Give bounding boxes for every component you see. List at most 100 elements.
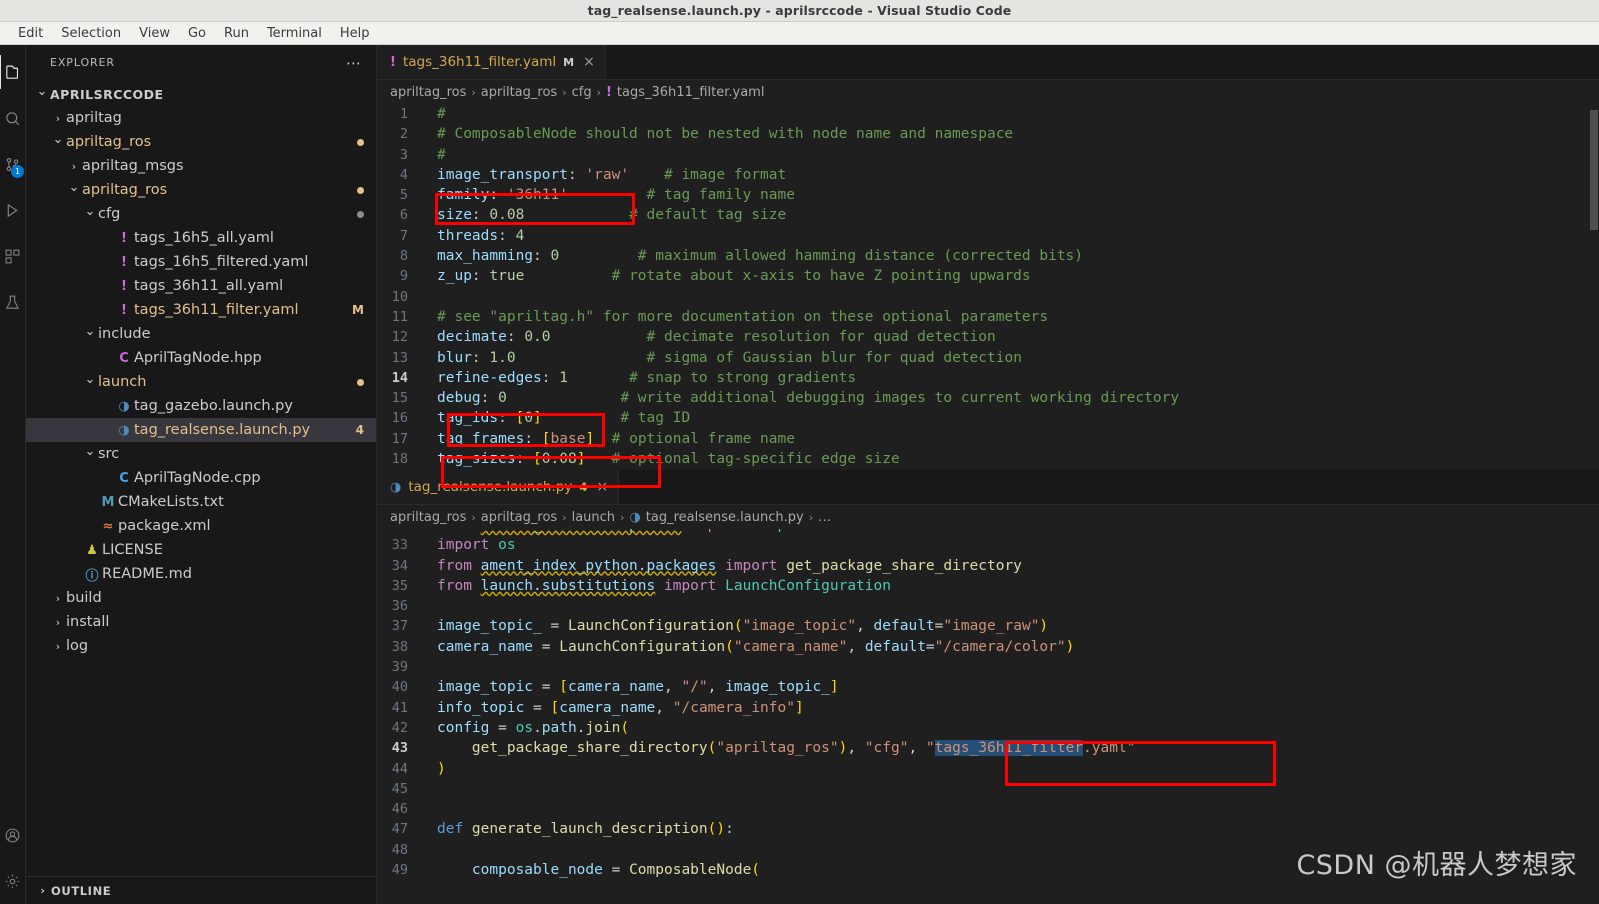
tree-item[interactable]: › log <box>26 634 376 658</box>
menu-item-terminal[interactable]: Terminal <box>258 24 331 43</box>
code-line[interactable]: 38 camera_name = LaunchConfiguration("cam… <box>377 637 1599 657</box>
breadcrumb-segment[interactable]: tag_realsense.launch.py <box>646 510 804 525</box>
code-line[interactable]: 17 tag_frames: [base] # optional frame na… <box>377 429 1599 449</box>
code-line[interactable]: 42 config = os.path.join( <box>377 718 1599 738</box>
code-token: ( <box>751 862 761 879</box>
menu-item-go[interactable]: Go <box>179 24 215 43</box>
code-line[interactable]: 44) <box>377 759 1599 779</box>
code-line[interactable]: 15 debug: 0 # write additional debugging … <box>377 388 1599 408</box>
code-line[interactable]: 7 threads: 4 <box>377 226 1599 246</box>
code-line[interactable]: 13 blur: 1.0 # sigma of Gaussian blur for… <box>377 348 1599 368</box>
more-actions-icon[interactable]: ⋯ <box>346 55 362 70</box>
tree-item[interactable]: C AprilTagNode.cpp <box>26 466 376 490</box>
breadcrumb-segment[interactable]: tags_36h11_filter.yaml <box>617 85 765 100</box>
tree-item-selected[interactable]: ◑ tag_realsense.launch.py 4 <box>26 418 376 442</box>
code-line[interactable]: 5 family: '36h11' # tag family name <box>377 185 1599 205</box>
code-line[interactable]: 18 tag_sizes: [0.08] # optional tag-speci… <box>377 449 1599 469</box>
editor-scrollbar-top[interactable] <box>1589 104 1599 470</box>
tree-item[interactable]: ! tags_36h11_all.yaml <box>26 274 376 298</box>
testing-icon[interactable] <box>0 279 25 325</box>
tree-item[interactable]: ⌄ include <box>26 322 376 346</box>
menu-item-help[interactable]: Help <box>331 24 379 43</box>
tab-tags-36h11-filter-yaml[interactable]: ! tags_36h11_filter.yaml M × <box>377 45 606 79</box>
source-control-icon[interactable]: 1 <box>0 141 25 187</box>
menu-item-e[interactable]: e <box>0 24 9 43</box>
code-line[interactable]: 48 <box>377 840 1599 860</box>
breadcrumb-segment[interactable]: … <box>818 510 831 525</box>
tree-item[interactable]: ♟ LICENSE <box>26 538 376 562</box>
tree-item[interactable]: ⌄ launch <box>26 370 376 394</box>
breadcrumb-segment[interactable]: apriltag_ros <box>481 85 557 100</box>
code-line[interactable]: 40 image_topic = [camera_name, "/", image… <box>377 677 1599 697</box>
tree-item[interactable]: › build <box>26 586 376 610</box>
menu-item-edit[interactable]: Edit <box>9 24 52 43</box>
chevron-down-icon: ⌄ <box>36 83 48 99</box>
code-line[interactable]: 4 image_transport: 'raw' # image format <box>377 165 1599 185</box>
line-number: 33 <box>391 537 408 554</box>
code-line[interactable]: 1 # <box>377 104 1599 124</box>
code-token: "/" <box>681 679 708 696</box>
code-line[interactable]: 49 composable_node = ComposableNode( <box>377 860 1599 880</box>
code-token: : <box>480 390 499 407</box>
code-line[interactable]: 46 <box>377 799 1599 819</box>
tree-item[interactable]: ⌄ src <box>26 442 376 466</box>
code-line[interactable]: 3 # <box>377 145 1599 165</box>
tree-item[interactable]: › install <box>26 610 376 634</box>
tree-item[interactable]: ⓘ README.md <box>26 562 376 586</box>
search-icon[interactable] <box>0 95 25 141</box>
code-line[interactable]: 47 def generate_launch_description(): <box>377 819 1599 839</box>
tree-item[interactable]: ◑ tag_gazebo.launch.py <box>26 394 376 418</box>
tree-item[interactable]: C AprilTagNode.hpp <box>26 346 376 370</box>
explorer-icon[interactable] <box>0 49 25 95</box>
code-line[interactable]: 6 size: 0.08 # default tag size <box>377 205 1599 225</box>
settings-gear-icon[interactable] <box>0 858 25 904</box>
code-line[interactable]: 33 import os <box>377 535 1599 555</box>
tab-tag-realsense-launch-py[interactable]: ◑ tag_realsense.launch.py 4 × <box>377 470 620 504</box>
code-line[interactable]: 16 tag_ids: [0] # tag ID <box>377 408 1599 428</box>
code-line[interactable]: 9 z_up: true # rotate about x-axis to hav… <box>377 266 1599 286</box>
tree-item[interactable]: ! tags_36h11_filter.yaml M <box>26 298 376 322</box>
code-line[interactable]: 2 # ComposableNode should not be nested w… <box>377 124 1599 144</box>
breadcrumb-segment[interactable]: apriltag_ros <box>390 85 466 100</box>
tree-item[interactable]: ! tags_16h5_all.yaml <box>26 226 376 250</box>
code-line[interactable]: 36 <box>377 596 1599 616</box>
tree-item[interactable]: ⌄ apriltag_ros <box>26 130 376 154</box>
code-line[interactable]: 43 get_package_share_directory("apriltag… <box>377 738 1599 758</box>
breadcrumb-segment[interactable]: launch <box>572 510 615 525</box>
tree-item[interactable]: ⌄ cfg <box>26 202 376 226</box>
tab-close-icon[interactable]: × <box>596 480 608 494</box>
code-viewport-bottom[interactable]: 32from launch_ros.descriptions import Co… <box>377 529 1599 904</box>
breadcrumb-segment[interactable]: cfg <box>572 85 592 100</box>
tree-item[interactable]: ! tags_16h5_filtered.yaml <box>26 250 376 274</box>
code-line[interactable]: 37 image_topic_ = LaunchConfiguration("im… <box>377 616 1599 636</box>
accounts-icon[interactable] <box>0 812 25 858</box>
code-viewport-top[interactable]: 1 #2 # ComposableNode should not be nested… <box>377 104 1599 470</box>
tree-item[interactable]: ⌄ APRILSRCCODE <box>26 82 376 106</box>
code-line[interactable]: 45 <box>377 779 1599 799</box>
menu-item-view[interactable]: View <box>130 24 179 43</box>
code-token: threads <box>437 227 499 244</box>
outline-section-header[interactable]: › OUTLINE <box>26 876 376 904</box>
tree-item[interactable]: › apriltag_msgs <box>26 154 376 178</box>
code-line[interactable]: 39 <box>377 657 1599 677</box>
code-line[interactable]: 41 info_topic = [camera_name, "/camera_in… <box>377 698 1599 718</box>
code-line[interactable]: 12 decimate: 0.0 # decimate resolution fo… <box>377 327 1599 347</box>
run-and-debug-icon[interactable] <box>0 187 25 233</box>
tab-close-icon[interactable]: × <box>583 55 595 69</box>
code-line[interactable]: 14 refine-edges: 1 # snap to strong gradi… <box>377 368 1599 388</box>
tree-item[interactable]: M CMakeLists.txt <box>26 490 376 514</box>
menu-item-selection[interactable]: Selection <box>52 24 130 43</box>
code-line[interactable]: 34 from ament_index_python.packages impor… <box>377 556 1599 576</box>
tree-item[interactable]: ⌄ apriltag_ros <box>26 178 376 202</box>
code-token: tag_sizes <box>437 451 516 468</box>
tree-item[interactable]: ≈ package.xml <box>26 514 376 538</box>
code-line[interactable]: 8 max_hamming: 0 # maximum allowed hammin… <box>377 246 1599 266</box>
breadcrumb-segment[interactable]: apriltag_ros <box>481 510 557 525</box>
extensions-icon[interactable] <box>0 233 25 279</box>
breadcrumb-segment[interactable]: apriltag_ros <box>390 510 466 525</box>
code-line[interactable]: 11 # see "apriltag.h" for more documentat… <box>377 307 1599 327</box>
tree-item[interactable]: › apriltag <box>26 106 376 130</box>
menu-item-run[interactable]: Run <box>215 24 258 43</box>
code-line[interactable]: 10 <box>377 287 1599 307</box>
code-line[interactable]: 35 from launch.substitutions import Launc… <box>377 576 1599 596</box>
